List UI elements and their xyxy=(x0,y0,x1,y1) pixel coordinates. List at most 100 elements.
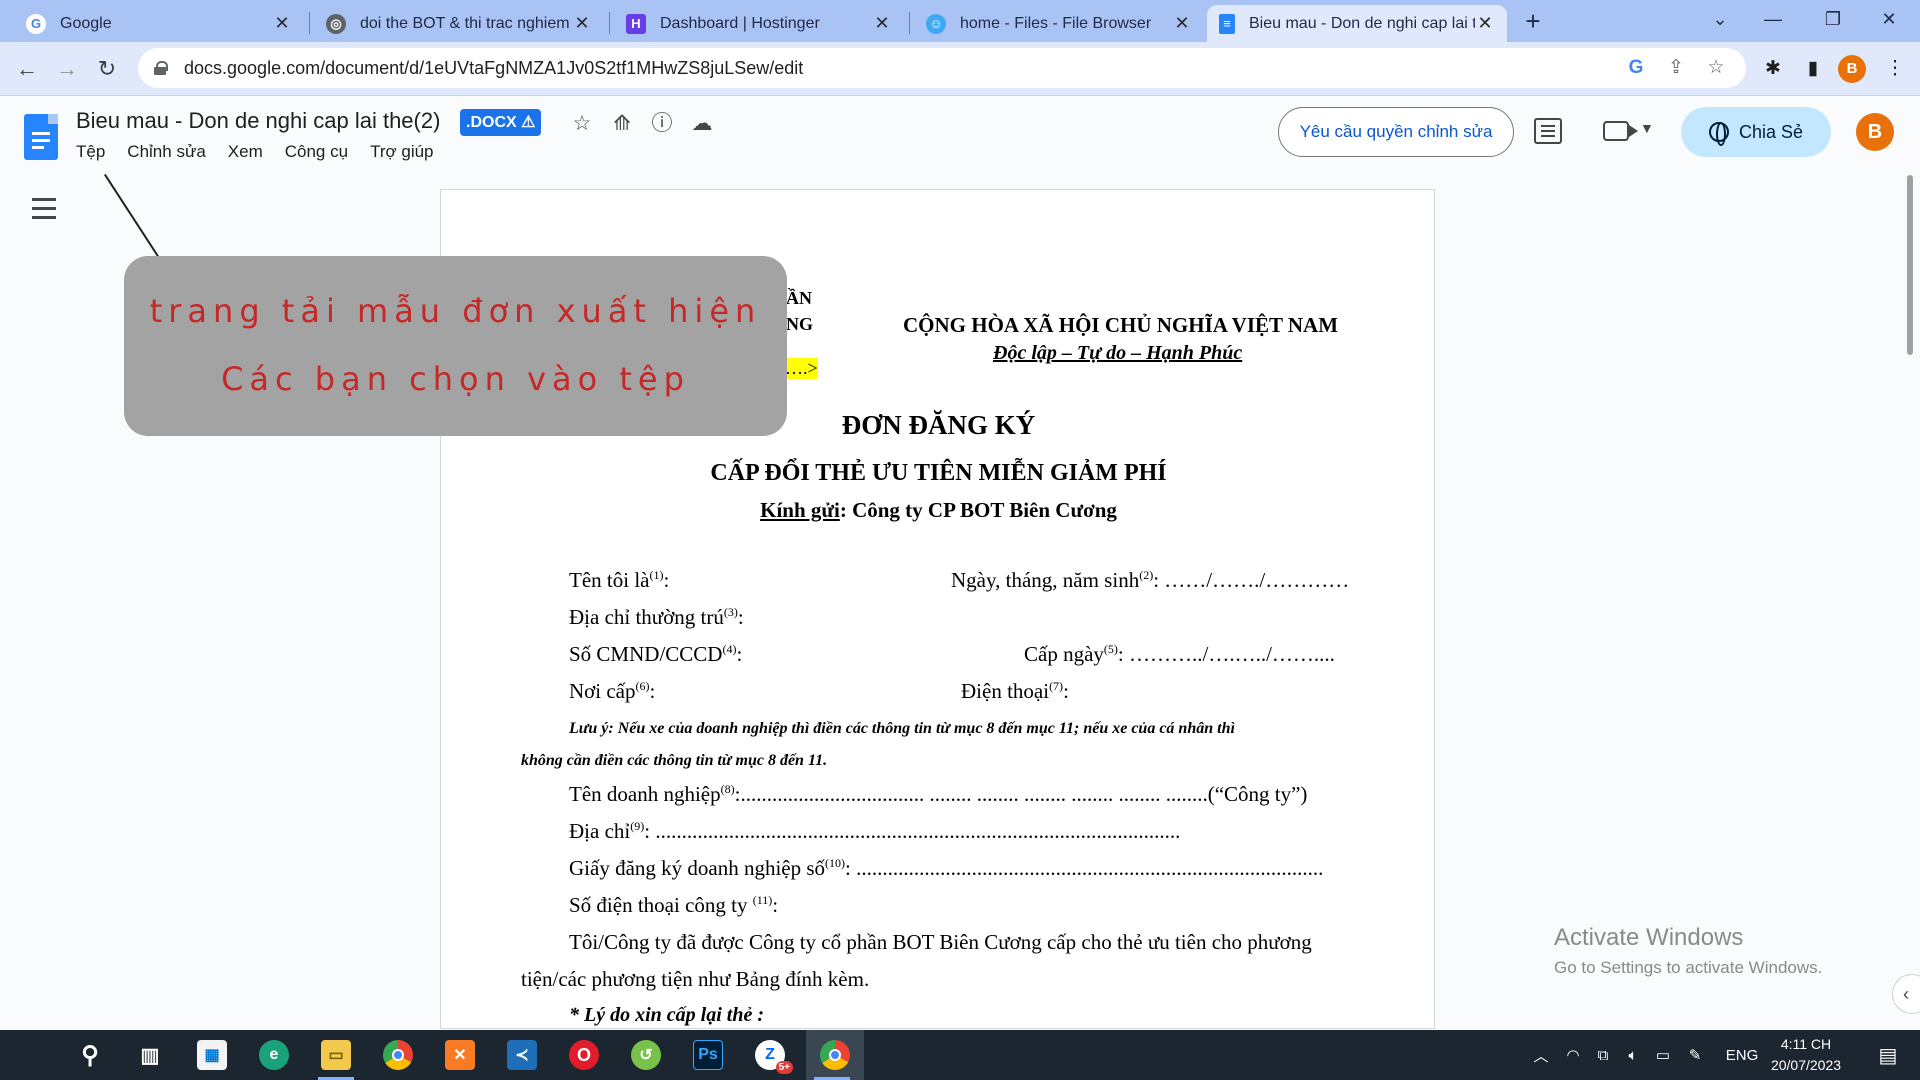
activate-subtitle: Go to Settings to activate Windows. xyxy=(1554,958,1823,977)
menu-view[interactable]: Xem xyxy=(228,142,263,162)
edge-icon: e xyxy=(259,1040,289,1070)
docx-badge[interactable]: .DOCX ⚠ xyxy=(460,109,542,136)
vscode-icon: ≺ xyxy=(507,1040,537,1070)
forward-button[interactable]: → xyxy=(50,52,84,86)
maximize-button[interactable]: ❐ xyxy=(1810,0,1856,40)
close-window-button[interactable]: ✕ xyxy=(1866,0,1912,40)
vscode-app[interactable]: ≺ xyxy=(496,1030,548,1080)
chevron-down-icon[interactable]: ▼ xyxy=(1640,120,1654,136)
recipient-value: : Công ty CP BOT Biên Cương xyxy=(839,498,1117,522)
lock-icon[interactable] xyxy=(154,61,168,75)
meet-now-icon[interactable]: ⧉ xyxy=(1590,1030,1616,1080)
recipient-line: Kính gửi: Công ty CP BOT Biên Cương xyxy=(441,498,1434,523)
tab-hostinger[interactable]: H Dashboard | Hostinger ✕ xyxy=(614,5,904,42)
tab-bot[interactable]: ◎ doi the BOT & thi trac nghiem bo ✕ xyxy=(314,5,604,42)
xampp-app[interactable]: ✕ xyxy=(434,1030,486,1080)
field-phone: Điện thoại(7): xyxy=(961,679,1069,703)
search-icon: ⚲ xyxy=(81,1041,99,1069)
new-tab-button[interactable]: + xyxy=(1518,6,1548,36)
move-to-drive-icon[interactable]: ⟰ xyxy=(608,110,636,138)
comments-icon[interactable] xyxy=(1534,118,1562,144)
google-translate-icon[interactable]: G xyxy=(1622,54,1650,82)
chrome-icon xyxy=(820,1040,850,1070)
globe-icon: ◎ xyxy=(326,13,346,34)
menu-edit[interactable]: Chỉnh sửa xyxy=(127,142,205,162)
back-button[interactable]: ← xyxy=(10,52,44,86)
info-icon[interactable]: ⓘ xyxy=(648,110,676,138)
chrome-menu-icon[interactable]: ⋮ xyxy=(1880,54,1910,84)
tab-title: Bieu mau - Don de nghi cap lai th xyxy=(1249,14,1475,32)
tab-google[interactable]: G Google ✕ xyxy=(14,5,304,42)
browser-toolbar: ← → ↻ docs.google.com/document/d/1eUVtaF… xyxy=(0,42,1920,96)
folder-icon: ▭ xyxy=(321,1040,351,1070)
tab-file-browser[interactable]: ☺ home - Files - File Browser ✕ xyxy=(914,5,1204,42)
meet-icon[interactable] xyxy=(1603,121,1638,141)
notification-icon[interactable]: ▤ xyxy=(1868,1030,1908,1080)
tab-docs-active[interactable]: ≡ Bieu mau - Don de nghi cap lai th ✕ xyxy=(1207,5,1507,42)
address-bar[interactable]: docs.google.com/document/d/1eUVtaFgNMZA1… xyxy=(138,48,1746,88)
menu-file[interactable]: Tệp xyxy=(76,142,105,162)
extensions-icon[interactable]: ✱ xyxy=(1758,54,1788,84)
close-tab-icon[interactable]: ✕ xyxy=(1475,13,1495,34)
network-icon[interactable]: ◠ xyxy=(1560,1030,1586,1080)
bookmark-star-icon[interactable]: ☆ xyxy=(1702,54,1730,82)
document-title[interactable]: Bieu mau - Don de nghi cap lai the(2) xyxy=(76,108,440,134)
star-icon[interactable]: ☆ xyxy=(568,110,596,138)
menu-tools[interactable]: Công cụ xyxy=(285,142,348,162)
volume-icon[interactable]: 🔈︎ xyxy=(1620,1030,1646,1080)
share-label: Chia Sẻ xyxy=(1738,121,1804,142)
activate-title: Activate Windows xyxy=(1554,924,1744,951)
zalo-app[interactable]: Z 5+ xyxy=(744,1030,796,1080)
menu-help[interactable]: Trợ giúp xyxy=(370,142,433,162)
field-company-address: Địa chỉ(9): ............................… xyxy=(569,819,1181,843)
search-taskbar-button[interactable]: ⚲ xyxy=(64,1030,116,1080)
edge-app[interactable]: e xyxy=(248,1030,300,1080)
xampp-icon: ✕ xyxy=(445,1040,475,1070)
browser-profile-avatar[interactable]: B xyxy=(1838,55,1866,83)
store-app[interactable]: ▦ xyxy=(186,1030,238,1080)
zalo-icon: Z 5+ xyxy=(755,1040,793,1074)
share-page-icon[interactable]: ⇪ xyxy=(1662,54,1690,82)
field-name: Tên tôi là(1): xyxy=(569,568,670,592)
chevron-up-icon[interactable]: ︿ xyxy=(1528,1030,1554,1080)
field-issue-place: Nơi cấp(6): xyxy=(569,679,656,703)
document-outline-icon[interactable] xyxy=(32,198,56,220)
close-tab-icon[interactable]: ✕ xyxy=(272,13,292,34)
tab-search-icon[interactable]: ⌄ xyxy=(1697,0,1743,40)
task-view-button[interactable]: ▥ xyxy=(124,1030,176,1080)
request-edit-access-button[interactable]: Yêu cầu quyền chỉnh sửa xyxy=(1278,107,1514,157)
close-tab-icon[interactable]: ✕ xyxy=(872,13,892,34)
system-clock[interactable]: 4:11 CH 20/07/2023 xyxy=(1764,1034,1848,1076)
side-panel-toggle-icon[interactable]: ‹ xyxy=(1892,974,1920,1014)
chrome-profile-app[interactable] xyxy=(806,1030,864,1080)
photoshop-app[interactable]: Ps xyxy=(682,1030,734,1080)
start-button[interactable] xyxy=(4,1030,56,1080)
battery-icon[interactable]: ▭ xyxy=(1650,1030,1676,1080)
reload-button[interactable]: ↻ xyxy=(90,52,124,86)
body-line2: tiện/các phương tiện như Bảng đính kèm. xyxy=(521,967,870,991)
zalo-badge: 5+ xyxy=(775,1061,793,1074)
close-tab-icon[interactable]: ✕ xyxy=(1172,13,1192,34)
account-avatar[interactable]: B xyxy=(1856,113,1894,151)
tab-title: home - Files - File Browser xyxy=(960,14,1152,32)
body-line1: Tôi/Công ty đã được Công ty cổ phần BOT … xyxy=(569,930,1312,954)
opera-app[interactable]: O xyxy=(558,1030,610,1080)
file-explorer-app[interactable]: ▭ xyxy=(310,1030,362,1080)
cloud-status-icon[interactable]: ☁ xyxy=(688,110,716,138)
sourcetree-app[interactable]: ↺ xyxy=(620,1030,672,1080)
republic-heading: CỘNG HÒA XÃ HỘI CHỦ NGHĨA VIỆT NAM xyxy=(903,313,1339,337)
docs-logo-icon[interactable] xyxy=(24,114,58,160)
form-subheading: CẤP ĐỔI THẺ ƯU TIÊN MIỄN GIẢM PHÍ xyxy=(710,460,1167,486)
minimize-button[interactable]: — xyxy=(1750,0,1796,40)
share-button[interactable]: Chia Sẻ xyxy=(1681,107,1831,157)
chrome-app[interactable] xyxy=(372,1030,424,1080)
close-tab-icon[interactable]: ✕ xyxy=(572,13,592,34)
url-text[interactable]: docs.google.com/document/d/1eUVtaFgNMZA1… xyxy=(184,58,1610,79)
pen-icon[interactable]: ✎ xyxy=(1682,1030,1708,1080)
side-panel-icon[interactable]: ▮ xyxy=(1798,54,1828,84)
sourcetree-icon: ↺ xyxy=(631,1040,661,1070)
language-indicator[interactable]: ENG xyxy=(1722,1030,1762,1080)
field-issue-date: Cấp ngày(5): ………../….…../…….... xyxy=(1024,642,1335,666)
vertical-scrollbar[interactable] xyxy=(1907,175,1913,355)
filebrowser-icon: ☺ xyxy=(926,13,946,34)
